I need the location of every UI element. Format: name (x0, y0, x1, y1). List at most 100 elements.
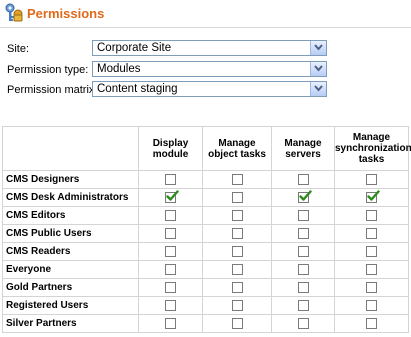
permission-checkbox[interactable] (297, 263, 309, 275)
permission-checkbox[interactable] (297, 209, 309, 221)
permission-cell (271, 314, 335, 333)
permission-checkbox[interactable] (297, 281, 309, 293)
role-name: Everyone (2, 260, 139, 279)
permission-checkbox-checked[interactable] (297, 190, 312, 203)
permission-checkbox[interactable] (165, 263, 176, 275)
table-body: CMS Designers CMS Desk Administrators CMS … (2, 170, 409, 333)
permission-cell (138, 170, 203, 189)
permission-checkbox[interactable] (231, 263, 243, 275)
permission-cell (202, 278, 272, 297)
chevron-down-icon[interactable] (310, 41, 326, 55)
permission-checkbox[interactable] (165, 317, 176, 329)
permission-cell (202, 224, 272, 243)
chevron-down-icon[interactable] (310, 62, 326, 76)
permission-checkbox-checked[interactable] (165, 190, 179, 203)
permission-cell (138, 296, 203, 315)
permission-cell (138, 278, 203, 297)
table-row: CMS Desk Administrators (2, 188, 409, 207)
permission-cell (271, 260, 335, 279)
permission-matrix-value: Content staging (97, 83, 178, 95)
site-row: Site: Corporate Site (7, 40, 407, 58)
permission-cell (334, 170, 409, 189)
permission-checkbox[interactable] (297, 317, 309, 329)
table-row: CMS Public Users (2, 224, 409, 243)
permission-matrix-label: Permission matrix: (7, 84, 98, 96)
permission-checkbox[interactable] (165, 281, 176, 293)
column-header: Manage synchronization tasks (334, 126, 411, 171)
permission-cell (138, 260, 203, 279)
permission-matrix-row: Permission matrix: Content staging (7, 81, 407, 99)
permission-cell (334, 242, 409, 261)
permission-checkbox[interactable] (165, 299, 176, 311)
permission-type-value: Modules (97, 63, 141, 75)
permission-matrix-select[interactable]: Content staging (92, 81, 327, 97)
permission-checkbox[interactable] (231, 299, 243, 311)
permission-cell (334, 188, 409, 207)
permission-checkbox[interactable] (231, 281, 243, 293)
site-select[interactable]: Corporate Site (92, 40, 327, 56)
permission-checkbox[interactable] (366, 263, 377, 275)
permission-checkbox[interactable] (231, 317, 243, 329)
role-name: CMS Readers (2, 242, 139, 261)
table-row: CMS Editors (2, 206, 409, 225)
permission-checkbox[interactable] (297, 173, 309, 185)
permission-checkbox[interactable] (366, 317, 377, 329)
permission-cell (271, 224, 335, 243)
permission-checkbox[interactable] (297, 245, 309, 257)
permission-cell (202, 260, 272, 279)
permission-cell (138, 314, 203, 333)
table-row: Silver Partners (2, 314, 409, 333)
permissions-key-icon (3, 2, 25, 24)
permission-cell (334, 314, 409, 333)
checkmark-icon (367, 190, 380, 201)
permission-cell (202, 242, 272, 261)
permission-cell (334, 224, 409, 243)
column-header: Manage servers (271, 126, 335, 171)
permission-cell (334, 278, 409, 297)
permission-checkbox[interactable] (231, 227, 243, 239)
header-divider (0, 27, 411, 28)
permission-checkbox[interactable] (297, 227, 309, 239)
permission-cell (271, 242, 335, 261)
permission-checkbox[interactable] (297, 299, 309, 311)
permission-cell (138, 224, 203, 243)
permission-cell (271, 278, 335, 297)
permission-cell (334, 206, 409, 225)
role-name: CMS Public Users (2, 224, 139, 243)
permission-checkbox[interactable] (165, 209, 176, 221)
permission-checkbox[interactable] (366, 173, 377, 185)
table-header-row: Display module Manage object tasks Manag… (2, 126, 411, 171)
site-select-value: Corporate Site (97, 42, 172, 54)
permission-checkbox[interactable] (165, 227, 176, 239)
role-column-header (2, 126, 139, 171)
permission-type-label: Permission type: (7, 64, 89, 76)
permission-cell (334, 260, 409, 279)
role-name: Silver Partners (2, 314, 139, 333)
permission-checkbox[interactable] (366, 299, 377, 311)
column-header: Display module (138, 126, 203, 171)
permission-checkbox[interactable] (165, 173, 176, 185)
permission-checkbox[interactable] (366, 209, 377, 221)
permission-checkbox[interactable] (366, 227, 377, 239)
permission-checkbox[interactable] (231, 245, 243, 257)
role-name: Gold Partners (2, 278, 139, 297)
table-row: CMS Designers (2, 170, 409, 189)
permission-type-select[interactable]: Modules (92, 61, 327, 77)
permission-cell (202, 314, 272, 333)
table-row: Everyone (2, 260, 409, 279)
permission-checkbox[interactable] (231, 173, 243, 185)
permission-checkbox[interactable] (165, 245, 176, 257)
permission-type-row: Permission type: Modules (7, 61, 407, 79)
checkmark-icon (298, 190, 312, 201)
permission-checkbox[interactable] (366, 245, 377, 257)
chevron-down-icon[interactable] (310, 82, 326, 96)
permission-checkbox[interactable] (231, 209, 243, 221)
permission-cell (271, 188, 335, 207)
permission-checkbox[interactable] (231, 191, 243, 203)
permission-cell (138, 188, 203, 207)
permission-cell (202, 296, 272, 315)
role-name: CMS Editors (2, 206, 139, 225)
permission-checkbox-checked[interactable] (366, 190, 380, 203)
permission-checkbox[interactable] (366, 281, 377, 293)
page-title: Permissions (27, 6, 105, 21)
